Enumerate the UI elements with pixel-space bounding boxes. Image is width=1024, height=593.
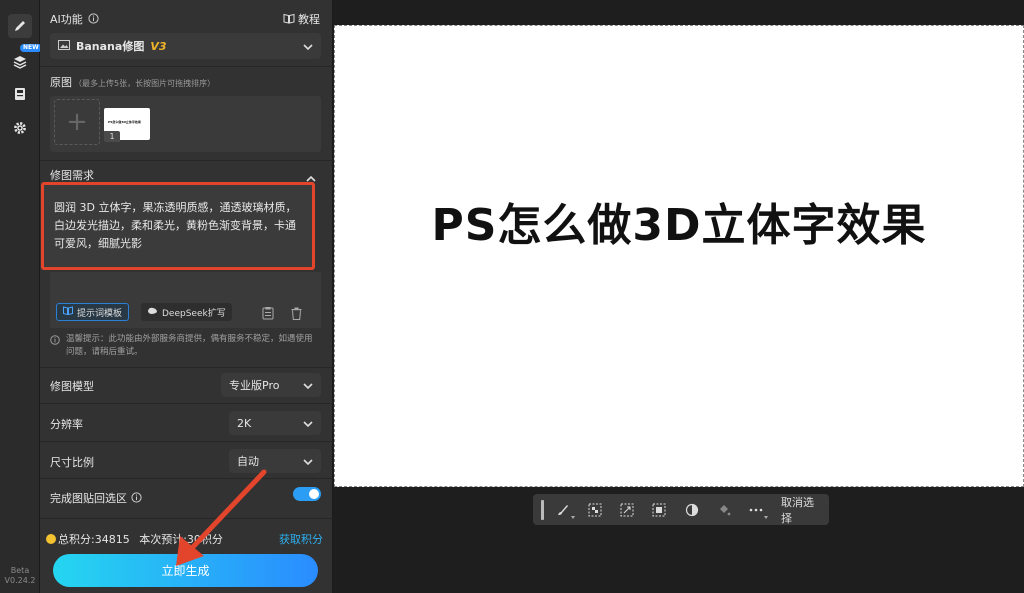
model-label: 修图模型 xyxy=(50,380,94,393)
tutorial-link[interactable]: 教程 xyxy=(283,9,320,28)
grid-select-icon[interactable] xyxy=(586,500,604,520)
requirement-title: 修图需求 xyxy=(50,169,94,182)
resolution-label: 分辨率 xyxy=(50,418,83,431)
whale-icon xyxy=(147,306,158,318)
trash-icon[interactable] xyxy=(291,305,302,324)
prompt-template-button[interactable]: 提示词模板 xyxy=(56,303,130,321)
drag-handle[interactable] xyxy=(541,499,544,520)
add-image-button[interactable]: + xyxy=(54,99,100,145)
clipboard-icon[interactable] xyxy=(262,305,274,324)
selection-toolbar: 取消选择 xyxy=(533,494,829,525)
function-select-label: Banana修图 xyxy=(76,40,145,53)
thumbnail-text: PS怎么做3D立体字效果 xyxy=(108,120,141,124)
notice-text: 温馨提示：此功能由外部服务商提供，偶有服务不稳定，如遇使用问题，请稍后重试。 xyxy=(50,333,320,359)
image-icon xyxy=(58,39,70,53)
info-icon[interactable] xyxy=(131,488,142,507)
fill-bucket-icon[interactable] xyxy=(715,500,733,520)
model-value: 专业版Pro xyxy=(229,379,280,392)
section-title: AI功能 xyxy=(50,12,83,26)
tutorial-label: 教程 xyxy=(298,12,320,26)
subject-select-icon[interactable] xyxy=(650,500,668,520)
total-points: 总积分:34815 xyxy=(58,533,130,546)
generate-button[interactable]: 立即生成 xyxy=(53,554,318,587)
chevron-down-icon xyxy=(303,379,313,392)
divider xyxy=(40,441,333,442)
divider xyxy=(40,66,333,67)
requirement-text: 圆润 3D 立体字，果冻透明质感，通透玻璃材质，白边发光描边，柔和柔光，黄粉色渐… xyxy=(54,201,297,250)
resolution-value: 2K xyxy=(237,416,252,430)
earn-points-link[interactable]: 获取积分 xyxy=(279,531,323,547)
canvas[interactable]: PS怎么做3D立体字效果 xyxy=(334,25,1024,487)
deepseek-expand-button[interactable]: DeepSeek扩写 xyxy=(141,303,232,321)
tool-rail: NEW Beta V0.24.2 xyxy=(0,0,42,593)
brush-select-icon[interactable] xyxy=(554,500,576,520)
paste-back-toggle[interactable] xyxy=(293,487,321,501)
paste-back-label: 完成图贴回选区 xyxy=(50,491,127,505)
brush-icon[interactable] xyxy=(8,14,32,38)
thumbnail-index: 1 xyxy=(104,131,120,142)
original-header: 原图 （最多上传5张，长按图片可拖拽排序） xyxy=(50,74,215,90)
version-label: Beta V0.24.2 xyxy=(4,566,36,585)
function-select[interactable]: Banana修图 V3 xyxy=(50,33,321,59)
divider xyxy=(40,160,333,161)
cancel-selection-button[interactable]: 取消选择 xyxy=(781,494,821,526)
canvas-title: PS怎么做3D立体字效果 xyxy=(431,200,927,251)
paste-back-row: 完成图贴回选区 xyxy=(50,488,142,507)
ratio-label: 尺寸比例 xyxy=(50,456,94,469)
book-icon xyxy=(283,9,295,28)
layers-icon[interactable] xyxy=(8,50,32,74)
chevron-down-icon xyxy=(303,455,313,468)
original-hint: （最多上传5张，长按图片可拖拽排序） xyxy=(74,79,216,88)
gear-icon[interactable] xyxy=(8,116,32,140)
original-title: 原图 xyxy=(50,76,72,89)
divider xyxy=(40,518,333,519)
invert-icon[interactable] xyxy=(682,500,700,520)
ratio-select[interactable]: 自动 xyxy=(229,449,321,473)
model-select[interactable]: 专业版Pro xyxy=(221,373,321,397)
divider xyxy=(40,367,333,368)
estimate-points: 本次预计:30积分 xyxy=(139,533,223,546)
chevron-down-icon xyxy=(303,417,313,430)
requirement-textarea[interactable]: 圆润 3D 立体字，果冻透明质感，通透玻璃材质，白边发光描边，柔和柔光，黄粉色渐… xyxy=(41,182,315,270)
ratio-value: 自动 xyxy=(237,455,259,468)
plus-icon: + xyxy=(66,107,88,137)
info-icon[interactable] xyxy=(88,9,99,28)
resolution-select[interactable]: 2K xyxy=(229,411,321,435)
save-icon[interactable] xyxy=(8,82,32,106)
info-icon xyxy=(50,335,60,350)
prompt-template-label: 提示词模板 xyxy=(77,308,123,319)
more-icon[interactable] xyxy=(747,500,769,520)
divider xyxy=(40,478,333,479)
coin-icon xyxy=(46,534,56,544)
expand-icon[interactable] xyxy=(618,500,636,520)
chevron-down-icon xyxy=(303,40,313,53)
book-icon xyxy=(63,306,73,318)
divider xyxy=(40,403,333,404)
version-badge: V3 xyxy=(150,39,167,53)
points-info: 总积分:34815 本次预计:30积分 xyxy=(46,531,223,547)
section-header: AI功能 xyxy=(50,9,99,28)
deepseek-expand-label: DeepSeek扩写 xyxy=(162,308,226,319)
